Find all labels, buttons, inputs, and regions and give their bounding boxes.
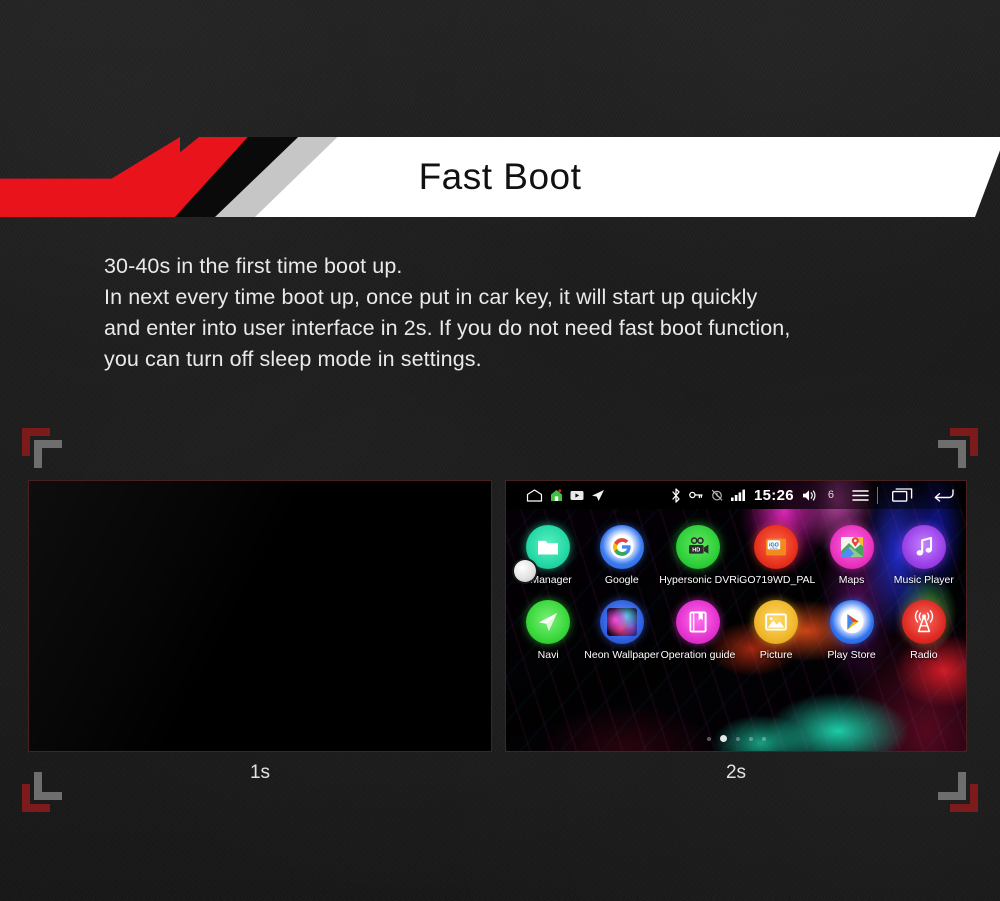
app-hypersonic-dvr[interactable]: HD Hypersonic DVR [659, 525, 737, 586]
status-bar-left-icons [506, 488, 605, 502]
description-text: 30-40s in the first time boot up. In nex… [104, 251, 964, 375]
app-label: iGO719WD_PAL [736, 574, 816, 586]
app-play-store[interactable]: Play Store [815, 600, 887, 661]
green-house-icon[interactable] [550, 488, 563, 502]
app-radio[interactable]: Radio [888, 600, 960, 661]
status-bar-right-icons: 15:26 6 [671, 486, 966, 504]
page-dot[interactable] [735, 736, 740, 741]
video-camera-hd-icon[interactable]: HD [676, 525, 720, 569]
google-g-icon[interactable] [599, 525, 644, 569]
app-maps[interactable]: Maps [815, 525, 887, 586]
app-navi[interactable]: Navi [512, 600, 584, 661]
app-label: Music Player [893, 574, 954, 586]
app-label: Hypersonic DVR [659, 574, 737, 586]
app-label: Google [604, 574, 639, 586]
header-banner: Fast Boot [0, 137, 1000, 217]
app-label: Picture [759, 649, 793, 661]
app-label: Navi [537, 649, 559, 661]
screenshot-left-boot [28, 480, 492, 752]
android-home-screen: 15:26 6 eManager Google HD Hypersonic DV… [506, 481, 966, 751]
image-landscape-icon[interactable] [754, 600, 799, 644]
app-neon-wallpaper[interactable]: Neon Wallpaper [584, 600, 659, 661]
back-icon[interactable] [933, 488, 954, 502]
corner-marker-top-left [22, 428, 66, 472]
igo-primo-icon[interactable]: iGO primo [754, 525, 799, 569]
app-label: Operation guide [660, 649, 736, 661]
radio-tower-icon[interactable] [901, 600, 946, 644]
page-root: Fast Boot 30-40s in the first time boot … [0, 0, 1000, 901]
svg-text:primo: primo [770, 546, 778, 550]
caption-right: 2s [725, 762, 747, 783]
play-triangle-icon[interactable] [829, 600, 874, 644]
app-label: Maps [838, 574, 865, 586]
black-screen-display [29, 481, 491, 751]
neon-thumbnail-icon[interactable] [599, 600, 644, 644]
signal-bars-icon[interactable] [731, 489, 746, 501]
page-dot-active[interactable] [719, 735, 727, 742]
status-bar: 15:26 6 [506, 481, 966, 509]
video-icon[interactable] [570, 490, 584, 501]
description-line-4: you can turn off sleep mode in settings. [104, 347, 482, 371]
description-line-1: 30-40s in the first time boot up. [104, 254, 403, 278]
app-picture[interactable]: Picture [737, 600, 816, 661]
description-line-2: In next every time boot up, once put in … [104, 285, 758, 309]
corner-marker-top-right [934, 428, 978, 472]
vpn-key-icon[interactable] [689, 490, 703, 500]
touch-cursor-indicator [514, 560, 536, 582]
menu-icon[interactable] [852, 489, 869, 502]
screenshot-right-home: 15:26 6 eManager Google HD Hypersonic DV… [505, 480, 967, 752]
app-music-player[interactable]: Music Player [888, 525, 960, 586]
recents-icon[interactable] [892, 488, 913, 502]
app-label: Neon Wallpaper [584, 649, 660, 661]
page-indicator[interactable] [506, 735, 966, 742]
page-dot[interactable] [748, 736, 753, 741]
book-icon[interactable] [676, 600, 720, 644]
navigation-arrow-icon[interactable] [526, 600, 571, 644]
app-google[interactable]: Google [584, 525, 659, 586]
alarm-off-icon[interactable] [711, 489, 723, 501]
page-title: Fast Boot [418, 156, 582, 197]
caption-left: 1s [249, 762, 271, 783]
status-bar-clock: 15:26 [754, 486, 794, 504]
status-bar-divider [877, 486, 878, 504]
music-note-icon[interactable] [901, 525, 946, 569]
app-label: Play Store [827, 649, 876, 661]
page-dot[interactable] [706, 736, 711, 741]
svg-text:HD: HD [692, 548, 700, 554]
app-igo719wd-pal[interactable]: iGO primo iGO719WD_PAL [736, 525, 816, 586]
volume-icon[interactable] [802, 489, 818, 502]
page-dot[interactable] [761, 736, 766, 741]
home-outline-icon[interactable] [526, 488, 543, 502]
google-maps-icon[interactable] [829, 525, 874, 569]
bluetooth-icon[interactable] [671, 487, 681, 503]
navigation-arrow-icon[interactable] [591, 489, 605, 502]
app-label: Radio [910, 649, 938, 661]
app-grid: eManager Google HD Hypersonic DVR iGO pr… [506, 509, 966, 661]
notification-count: 6 [827, 489, 834, 501]
app-operation-guide[interactable]: Operation guide [659, 600, 737, 661]
description-line-3: and enter into user interface in 2s. If … [104, 316, 791, 340]
